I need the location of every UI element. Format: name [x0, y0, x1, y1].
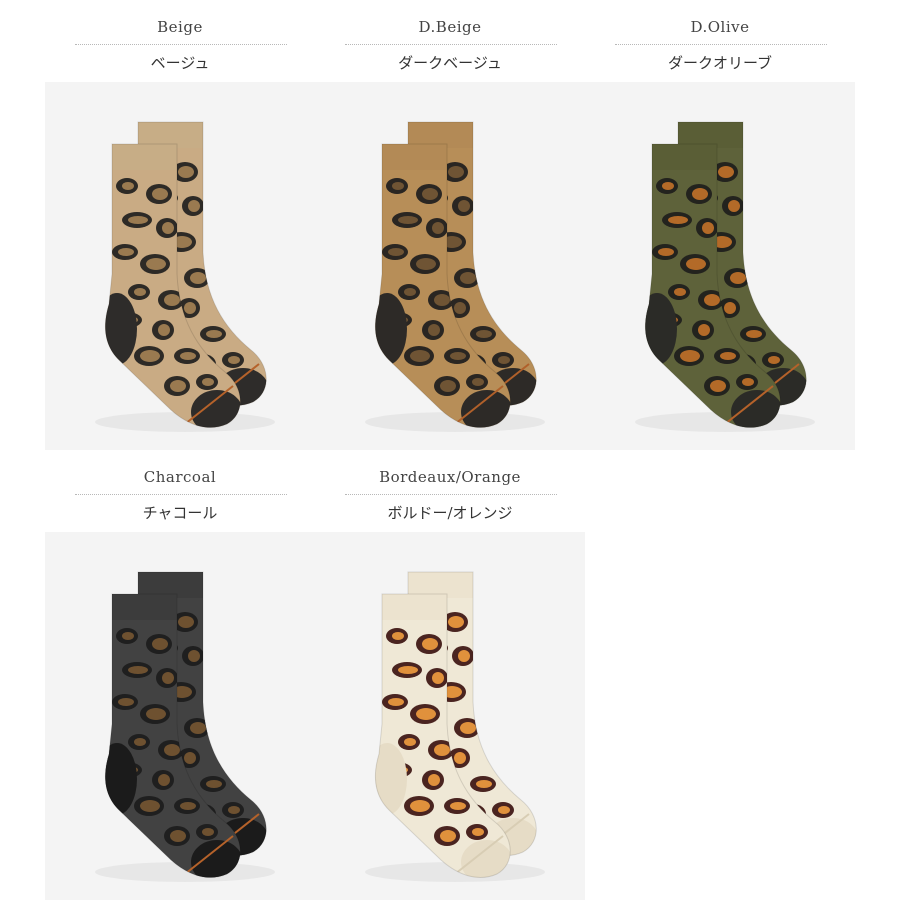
sock-photo[interactable] — [45, 532, 315, 900]
color-name-en: Bordeaux/Orange — [379, 468, 521, 486]
dotted-divider — [75, 44, 287, 45]
sock-photo[interactable] — [585, 82, 855, 450]
sock-pair-illustration — [45, 82, 315, 450]
color-name-en: D.Olive — [690, 18, 750, 36]
color-name-ja: ボルドー/オレンジ — [387, 504, 513, 522]
color-name-ja: ダークベージュ — [398, 54, 502, 72]
dotted-divider — [345, 44, 557, 45]
sock-pair-illustration — [585, 82, 855, 450]
color-name-ja: ダークオリーブ — [667, 54, 773, 72]
sock-cuff — [377, 594, 452, 620]
sock-cuff — [107, 594, 182, 620]
sock-pair-illustration — [45, 532, 315, 900]
sock-cuff — [647, 144, 722, 170]
color-name-ja: チャコール — [142, 504, 218, 522]
sock-photo[interactable] — [315, 82, 585, 450]
sock-photo[interactable] — [315, 532, 585, 900]
color-name-ja: ベージュ — [150, 54, 210, 72]
sock-cuff — [377, 144, 452, 170]
sock-cuff — [107, 144, 182, 170]
color-name-en: Beige — [157, 18, 203, 36]
dotted-divider — [345, 494, 557, 495]
dotted-divider — [615, 44, 827, 45]
color-name-en: D.Beige — [418, 18, 482, 36]
sock-pair-illustration — [315, 82, 585, 450]
dotted-divider — [75, 494, 287, 495]
color-name-en: Charcoal — [143, 468, 217, 486]
sock-pair-illustration — [315, 532, 585, 900]
sock-photo[interactable] — [45, 82, 315, 450]
